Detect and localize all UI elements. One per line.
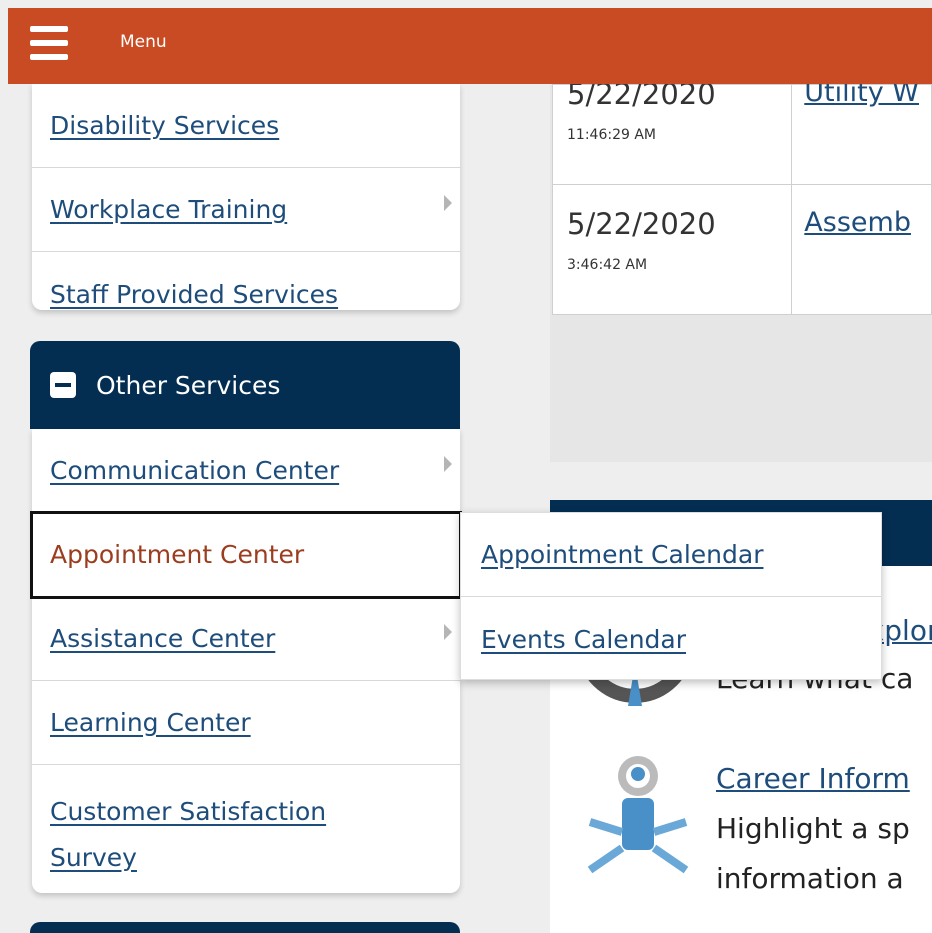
- sidebar-item-assistance-center[interactable]: Assistance Center: [32, 597, 460, 681]
- sidebar-services-card: Disability Services Workplace Training S…: [32, 84, 460, 310]
- sidebar-item-label[interactable]: Learning Center: [50, 708, 251, 737]
- sidebar-item-label[interactable]: Customer Satisfaction Survey: [50, 789, 390, 881]
- sidebar-item-label[interactable]: Workplace Training: [50, 195, 287, 224]
- sidebar-item-workplace-training[interactable]: Workplace Training: [32, 168, 460, 252]
- row-date: 5/22/2020: [567, 207, 716, 241]
- table-row: 5/22/2020 11:46:29 AM Utility W: [551, 77, 932, 185]
- submenu-arrow-icon: [444, 195, 452, 211]
- submenu-arrow-icon: [444, 456, 452, 472]
- title-cell: Assemb: [791, 184, 932, 315]
- career-description-line: Highlight a sp: [716, 812, 910, 845]
- recent-items-table: 5/22/2020 11:46:29 AM Utility W 5/22/202…: [551, 77, 932, 315]
- career-information-link[interactable]: Career Inform: [716, 762, 910, 795]
- next-section-header[interactable]: [30, 922, 460, 933]
- other-services-card: Communication Center Appointment Center …: [30, 429, 462, 893]
- row-time: 11:46:29 AM: [567, 127, 656, 143]
- sidebar-item-label[interactable]: Staff Provided Services: [50, 280, 338, 309]
- sidebar-item-communication-center[interactable]: Communication Center: [32, 429, 460, 513]
- submenu-item-label[interactable]: Events Calendar: [481, 625, 686, 654]
- sidebar-item-label[interactable]: Appointment Center: [50, 540, 304, 569]
- date-cell: 5/22/2020 11:46:29 AM: [551, 77, 793, 185]
- date-cell: 5/22/2020 3:46:42 AM: [551, 184, 793, 315]
- career-information-icon: [587, 756, 689, 874]
- sidebar-item-label[interactable]: Disability Services: [50, 111, 279, 140]
- sidebar-item-label[interactable]: Communication Center: [50, 456, 339, 485]
- appointment-center-submenu: Appointment Calendar Events Calendar: [460, 512, 882, 680]
- other-services-header[interactable]: Other Services: [30, 341, 460, 429]
- submenu-arrow-icon: [444, 624, 452, 640]
- collapse-icon[interactable]: [50, 372, 76, 398]
- submenu-item-appointment-calendar[interactable]: Appointment Calendar: [461, 513, 881, 597]
- section-title: Other Services: [96, 370, 281, 400]
- row-title-link[interactable]: Assemb: [804, 207, 919, 238]
- hamburger-menu-icon[interactable]: [30, 26, 68, 66]
- table-row: 5/22/2020 3:46:42 AM Assemb: [551, 184, 932, 315]
- sidebar-item-disability-services[interactable]: Disability Services: [32, 84, 460, 168]
- career-description-line: information a: [716, 862, 904, 895]
- sidebar-item-learning-center[interactable]: Learning Center: [32, 681, 460, 765]
- submenu-item-label[interactable]: Appointment Calendar: [481, 540, 763, 569]
- sidebar-item-customer-satisfaction-survey[interactable]: Customer Satisfaction Survey: [32, 765, 460, 893]
- title-cell: Utility W: [791, 77, 932, 185]
- top-nav-bar: Menu: [8, 8, 932, 84]
- row-time: 3:46:42 AM: [567, 257, 648, 273]
- sidebar-item-staff-provided-services[interactable]: Staff Provided Services: [32, 252, 460, 336]
- menu-label[interactable]: Menu: [120, 32, 167, 52]
- sidebar-item-appointment-center[interactable]: Appointment Center: [30, 511, 462, 599]
- recent-items-panel: 5/22/2020 11:46:29 AM Utility W 5/22/202…: [550, 77, 932, 462]
- sidebar-item-label[interactable]: Assistance Center: [50, 624, 275, 653]
- submenu-item-events-calendar[interactable]: Events Calendar: [461, 597, 881, 681]
